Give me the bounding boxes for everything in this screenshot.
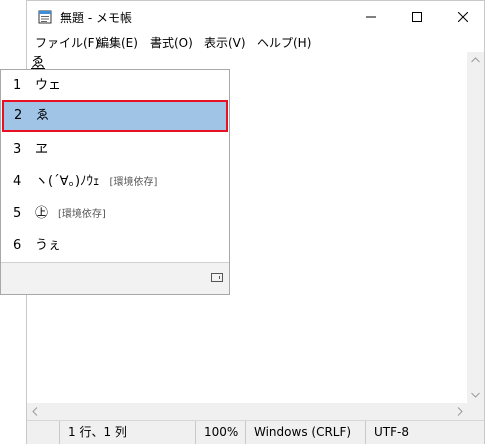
window-title: 無題 - メモ帳 [60, 11, 132, 25]
candidate-text: うぇ [35, 238, 62, 253]
candidate-number: 5 [13, 206, 22, 221]
candidate-item[interactable]: 5 ㊤ [環境依存] [1, 198, 229, 230]
candidate-number: 2 [14, 108, 23, 123]
candidate-item[interactable]: 3 ヱ [1, 134, 229, 166]
candidate-item-selected[interactable]: 2 ゑ [2, 100, 228, 132]
status-zoom: 100% [195, 421, 245, 444]
status-position: 1 行、1 列 [59, 421, 189, 444]
candidate-note: [環境依存] [58, 209, 106, 220]
close-button[interactable] [440, 1, 486, 32]
title-bar[interactable]: 無題 - メモ帳 [27, 1, 484, 32]
candidate-note: [環境依存] [109, 177, 158, 188]
menu-format[interactable]: 書式(O) [150, 34, 193, 51]
arrow-left-icon[interactable] [32, 407, 38, 416]
candidate-number: 6 [13, 238, 22, 253]
candidate-item[interactable]: 6 うぇ [1, 230, 229, 262]
ime-footer [1, 262, 229, 294]
candidate-text-value: ヽ(´∀。)ﾉｳｪ [35, 174, 100, 189]
notepad-icon [38, 10, 52, 24]
maximize-icon [412, 11, 422, 22]
candidate-text-value: ㊤ [35, 206, 49, 221]
arrow-right-icon[interactable] [457, 407, 463, 416]
scrollbar-corner [467, 403, 484, 420]
menu-edit[interactable]: 編集(E) [97, 34, 138, 51]
menu-file[interactable]: ファイル(F) [35, 34, 99, 51]
candidate-number: 4 [13, 174, 22, 189]
ime-candidate-window: 1 ウェ 2 ゑ 3 ヱ 4 ヽ(´∀。)ﾉｳｪ [環境依存] 5 ㊤ [環境依存]… [0, 69, 230, 295]
maximize-button[interactable] [394, 1, 440, 32]
status-bar: 1 行、1 列 100% Windows (CRLF) UTF-8 [27, 420, 484, 444]
candidate-text: ヱ [35, 142, 49, 157]
candidate-text: ヽ(´∀。)ﾉｳｪ [環境依存] [35, 166, 157, 199]
minimize-icon [366, 16, 376, 17]
candidate-text: ウェ [35, 78, 62, 93]
arrow-up-icon[interactable] [471, 57, 480, 63]
menu-help[interactable]: ヘルプ(H) [257, 34, 311, 51]
status-encoding: UTF-8 [365, 421, 469, 444]
status-line-ending: Windows (CRLF) [245, 421, 365, 444]
candidate-number: 3 [13, 142, 22, 157]
arrow-down-icon[interactable] [471, 392, 480, 398]
candidate-number: 1 [13, 78, 22, 93]
vertical-scrollbar[interactable] [467, 52, 484, 403]
minimize-button[interactable] [348, 1, 394, 32]
candidate-text: ㊤ [環境依存] [35, 198, 106, 231]
expand-icon[interactable] [211, 273, 223, 282]
candidate-text: ゑ [36, 108, 50, 123]
close-icon [458, 11, 468, 22]
candidate-item[interactable]: 1 ウェ [1, 70, 229, 102]
menu-bar: ファイル(F) 編集(E) 書式(O) 表示(V) ヘルプ(H) [27, 32, 484, 52]
menu-view[interactable]: 表示(V) [204, 34, 246, 51]
candidate-item[interactable]: 4 ヽ(´∀。)ﾉｳｪ [環境依存] [1, 166, 229, 198]
horizontal-scrollbar[interactable] [27, 403, 468, 420]
